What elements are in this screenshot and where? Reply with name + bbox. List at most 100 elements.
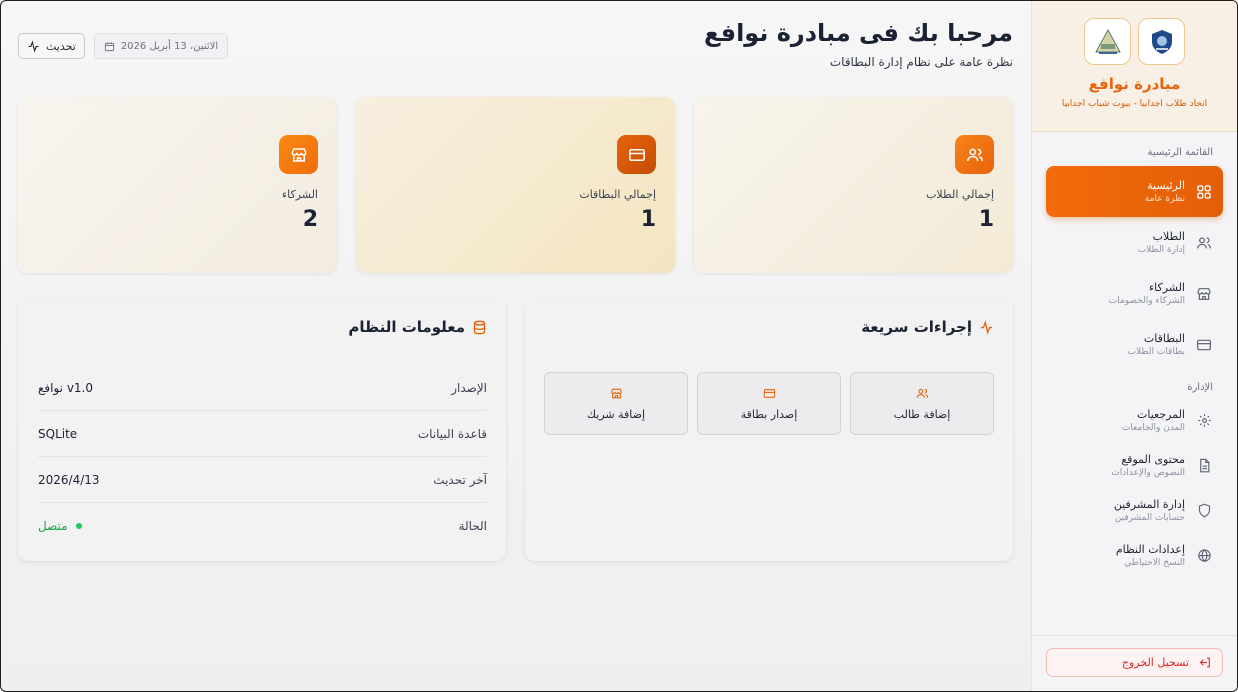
stat-label: الشركاء <box>281 188 318 201</box>
document-icon <box>1195 457 1213 475</box>
action-label: إضافة طالب <box>893 407 951 421</box>
sidebar-subtitle: اتحاد طلاب اجدابيا - بيوت شباب اجدابيا <box>1061 99 1208 109</box>
credit-card-icon <box>763 388 775 398</box>
stat-value: 1 <box>978 207 994 232</box>
status-dot <box>75 523 82 529</box>
nav-label: المرجعيات <box>1137 408 1185 421</box>
nav-label: الطلاب <box>1152 230 1185 243</box>
page-title: مرحبا بك فى مبادرة نوافع <box>703 19 1013 47</box>
info-value: نوافع v1.0 <box>38 380 93 395</box>
stat-icon-box <box>279 135 318 174</box>
sidebar-item-cards[interactable]: البطاقات بطاقات الطلاب <box>1046 319 1223 370</box>
sidebar: مبادرة نوافع اتحاد طلاب اجدابيا - بيوت ش… <box>1031 1 1237 691</box>
info-key: قاعدة البيانات <box>417 426 487 441</box>
sidebar-header: مبادرة نوافع اتحاد طلاب اجدابيا - بيوت ش… <box>1032 1 1237 132</box>
page-subtitle: نظرة عامة على نظام إدارة البطاقات <box>829 55 1013 69</box>
nav-sub: إدارة الطلاب <box>1137 245 1185 255</box>
system-info-card: معلومات النظام الإصدار نوافع v1.0 قاعدة … <box>18 299 506 561</box>
calendar-icon <box>104 41 114 51</box>
stat-card-partners: الشركاء 2 <box>18 97 337 273</box>
nav-sub: النسخ الاحتياطي <box>1124 558 1185 568</box>
sidebar-footer: تسجيل الخروج <box>1032 635 1237 691</box>
users-icon <box>1195 234 1213 252</box>
sidebar-item-references[interactable]: المرجعيات المدن والجامعات <box>1046 398 1223 443</box>
nav-sub: نظرة عامة <box>1144 194 1185 204</box>
nav-label: إدارة المشرفين <box>1113 498 1185 511</box>
nav-sub: بطاقات الطلاب <box>1127 347 1185 357</box>
action-label: إضافة شريك <box>586 407 646 421</box>
status-text: متصل <box>38 519 68 533</box>
add-student-button[interactable]: إضافة طالب <box>850 372 994 435</box>
sidebar-item-partners[interactable]: الشركاء الشركاء والخصومات <box>1046 268 1223 319</box>
sidebar-item-site-content[interactable]: محتوى الموقع النصوص والإعدادات <box>1046 443 1223 488</box>
nav-label: محتوى الموقع <box>1121 453 1185 466</box>
header-toolbar: الاثنين، 13 أبريل 2026 تحديث <box>18 33 229 59</box>
system-info-title: معلومات النظام <box>348 318 487 336</box>
logout-button[interactable]: تسجيل الخروج <box>1046 648 1223 677</box>
info-key: الإصدار <box>451 380 487 395</box>
store-icon <box>291 147 306 162</box>
logos <box>1032 18 1237 65</box>
credit-card-icon <box>1195 336 1213 354</box>
stat-label: إجمالي البطاقات <box>579 188 656 201</box>
youth-hostel-logo <box>1138 18 1185 65</box>
logout-icon <box>1199 657 1210 668</box>
main-section-label: القائمة الرئيسية <box>1147 147 1213 158</box>
info-value: 2026/4/13 <box>38 472 100 487</box>
add-partner-button[interactable]: إضافة شريك <box>544 372 688 435</box>
info-value: SQLite <box>38 426 78 441</box>
info-row-version: الإصدار نوافع v1.0 <box>38 365 487 411</box>
sidebar-item-students[interactable]: الطلاب إدارة الطلاب <box>1046 217 1223 268</box>
store-icon <box>610 388 622 398</box>
sidebar-item-home[interactable]: الرئيسية نظرة عامة <box>1046 166 1223 217</box>
nav-sub: النصوص والإعدادات <box>1111 468 1185 478</box>
stat-icon-box <box>617 135 656 174</box>
action-label: إصدار بطاقة <box>740 407 798 421</box>
sidebar-item-system-settings[interactable]: إعدادات النظام النسخ الاحتياطي <box>1046 533 1223 578</box>
nav-label: إعدادات النظام <box>1115 543 1185 556</box>
nav-sub: الشركاء والخصومات <box>1108 296 1185 306</box>
logout-label: تسجيل الخروج <box>1121 656 1189 669</box>
stat-value: 1 <box>640 207 656 232</box>
nav-label: البطاقات <box>1143 332 1185 345</box>
shield-icon <box>1195 502 1213 520</box>
stat-icon-box <box>955 135 994 174</box>
date-text: الاثنين، 13 أبريل 2026 <box>120 40 219 52</box>
globe-icon <box>1195 547 1213 565</box>
nav-label: الشركاء <box>1148 281 1185 294</box>
credit-card-icon <box>628 148 645 161</box>
sidebar-title: مبادرة نوافع <box>1088 75 1181 93</box>
status-badge: متصل <box>38 519 82 533</box>
date-chip: الاثنين، 13 أبريل 2026 <box>93 33 229 59</box>
database-icon <box>473 320 486 334</box>
users-icon <box>916 388 928 398</box>
activity-icon <box>980 319 993 335</box>
admin-section-label: الإدارة <box>1187 382 1213 393</box>
info-key: آخر تحديث <box>433 472 487 487</box>
nav-sub: المدن والجامعات <box>1121 423 1185 433</box>
nav-sub: حسابات المشرفين <box>1114 513 1185 523</box>
quick-actions-card: إجراءات سريعة إضافة طالب إصدار بطاقة إضا… <box>525 299 1013 561</box>
issue-card-button[interactable]: إصدار بطاقة <box>697 372 841 435</box>
student-union-logo <box>1084 18 1131 65</box>
gear-icon <box>1195 412 1213 430</box>
info-row-last-update: آخر تحديث 2026/4/13 <box>38 457 487 503</box>
store-icon <box>1195 285 1213 303</box>
quick-actions-title: إجراءات سريعة <box>861 318 994 336</box>
app-window: مرحبا بك فى مبادرة نوافع نظرة عامة على ن… <box>0 0 1238 692</box>
stat-card-students: إجمالي الطلاب 1 <box>694 97 1013 273</box>
refresh-label: تحديث <box>46 39 76 53</box>
refresh-button[interactable]: تحديث <box>18 33 85 59</box>
sidebar-item-supervisors[interactable]: إدارة المشرفين حسابات المشرفين <box>1046 488 1223 533</box>
info-row-database: قاعدة البيانات SQLite <box>38 411 487 457</box>
users-icon <box>966 148 983 161</box>
stat-value: 2 <box>302 207 318 232</box>
dashboard-grid-icon <box>1195 183 1213 201</box>
info-key: الحالة <box>458 519 487 533</box>
stat-label: إجمالي الطلاب <box>926 188 994 201</box>
info-row-status: الحالة متصل <box>38 503 487 549</box>
nav-label: الرئيسية <box>1147 179 1185 192</box>
main-content: مرحبا بك فى مبادرة نوافع نظرة عامة على ن… <box>1 1 1031 691</box>
activity-icon <box>28 39 39 53</box>
stat-card-cards: إجمالي البطاقات 1 <box>356 97 675 273</box>
